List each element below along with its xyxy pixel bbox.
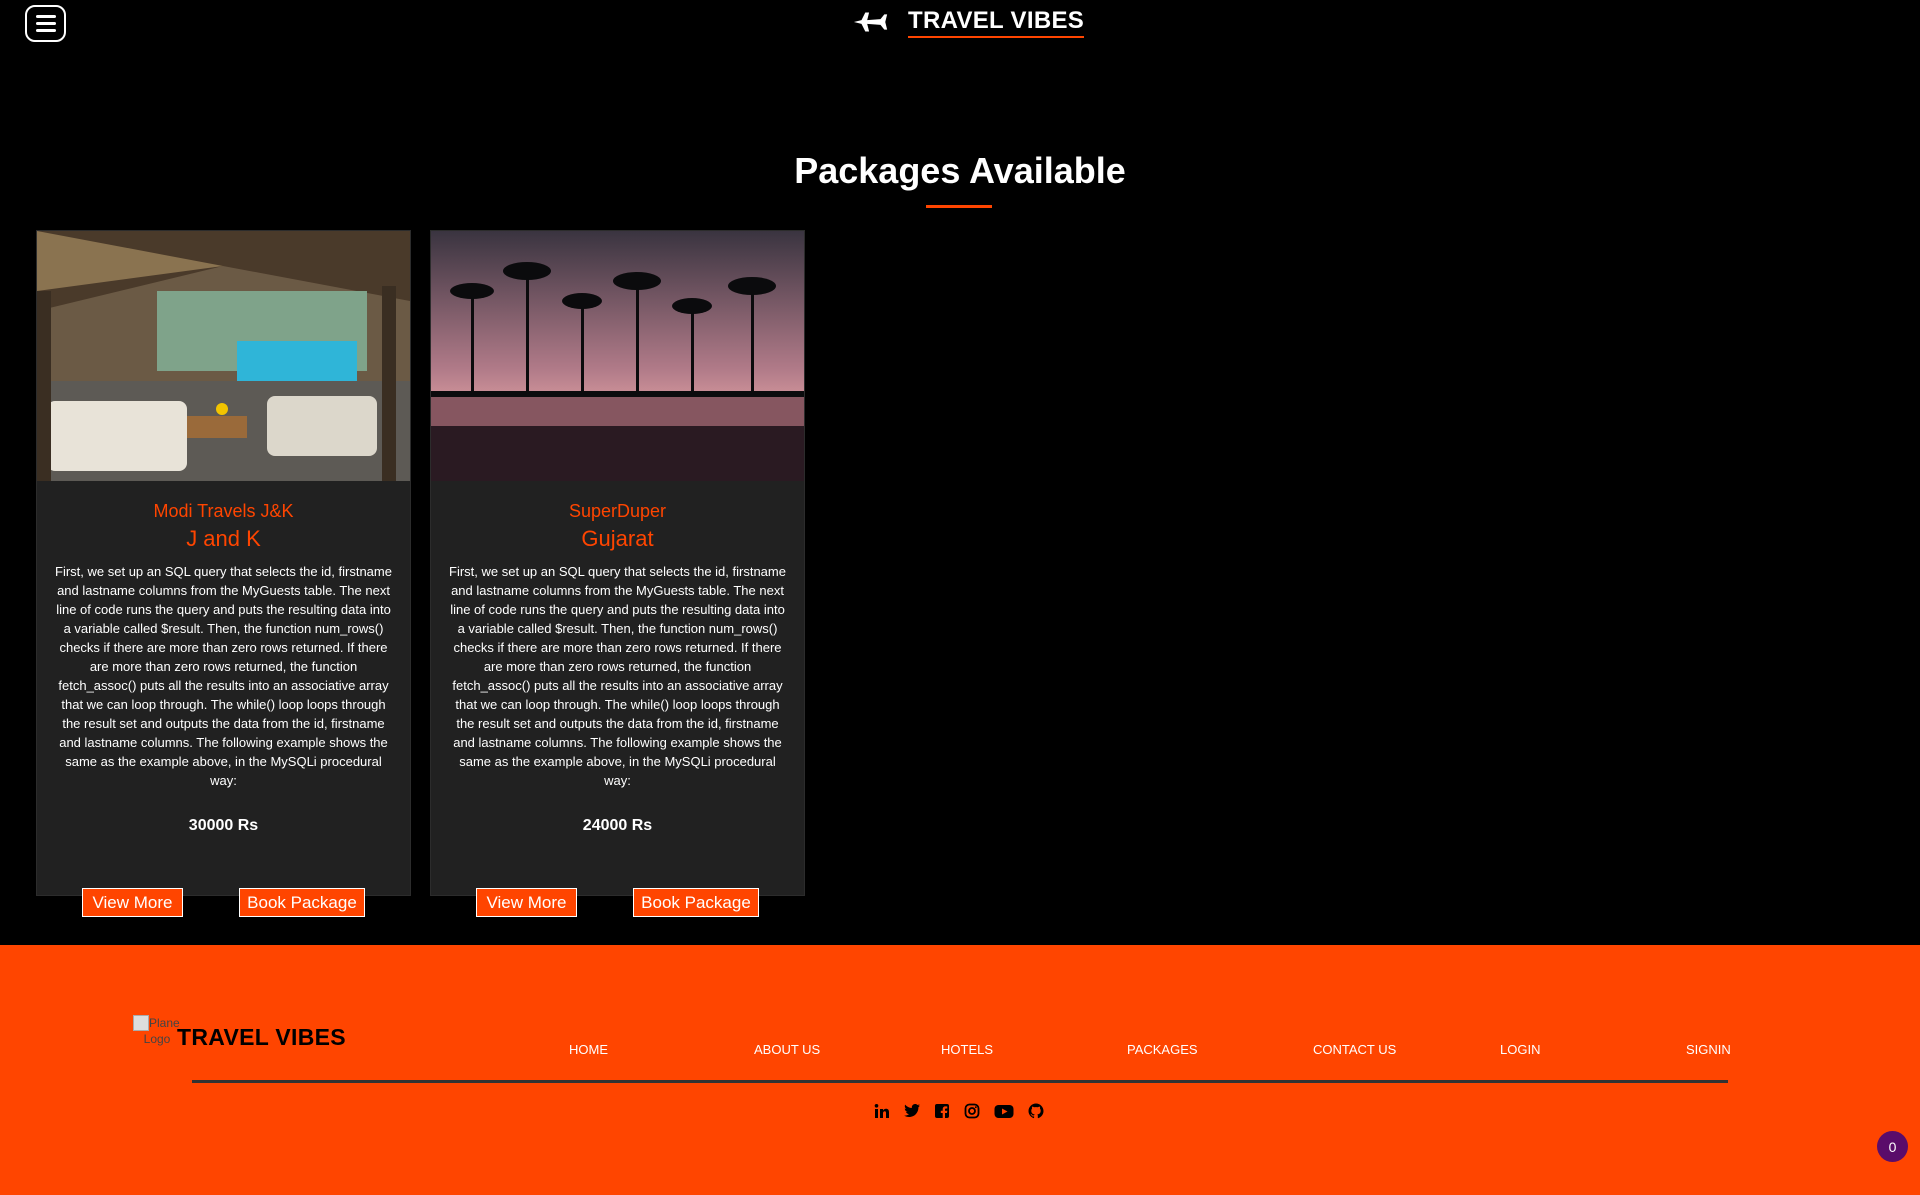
footer-divider (192, 1080, 1728, 1083)
airplane-logo-image: AirPlane Logo (133, 1015, 181, 1059)
brand-title: TRAVEL VIBES (908, 7, 1085, 38)
linkedin-icon[interactable] (873, 1102, 891, 1120)
instagram-icon[interactable] (963, 1102, 981, 1120)
package-location: Gujarat (581, 526, 654, 551)
title-underline (926, 205, 992, 208)
footer-link-packages[interactable]: PACKAGES (1127, 1042, 1198, 1057)
package-image-sunset (431, 231, 804, 481)
footer-link-hotels[interactable]: HOTELS (941, 1042, 993, 1057)
book-package-button[interactable]: Book Package (239, 888, 365, 917)
menu-bar-icon (35, 22, 56, 25)
twitter-icon[interactable] (903, 1102, 921, 1120)
package-company: Modi Travels J&K (153, 501, 294, 521)
hamburger-menu-button[interactable] (25, 5, 66, 42)
sunset-photo (431, 231, 804, 481)
footer-brand-title: TRAVEL VIBES (177, 1023, 346, 1050)
menu-bar-icon (35, 29, 56, 32)
footer-link-login[interactable]: LOGIN (1500, 1042, 1540, 1057)
package-company: SuperDuper (568, 501, 667, 521)
airplane-icon (853, 12, 888, 32)
site-footer: AirPlane Logo TRAVEL VIBES HOME ABOUT US… (0, 945, 1920, 1195)
github-icon[interactable] (1027, 1102, 1045, 1120)
package-price: 24000 Rs (582, 817, 653, 834)
view-more-button[interactable]: View More (82, 888, 183, 917)
page-title: Packages Available (794, 150, 1126, 191)
footer-brand[interactable]: AirPlane Logo TRAVEL VIBES (133, 1015, 346, 1059)
notification-count-badge[interactable]: 0 (1877, 1131, 1908, 1162)
footer-link-home[interactable]: HOME (569, 1042, 608, 1057)
package-price: 30000 Rs (188, 817, 259, 834)
menu-bar-icon (35, 15, 56, 18)
package-card: SuperDuper Gujarat First, we set up an S… (430, 230, 805, 917)
footer-link-about-us[interactable]: ABOUT US (754, 1042, 820, 1057)
resort-photo (37, 231, 410, 481)
facebook-icon[interactable] (933, 1102, 951, 1120)
youtube-icon[interactable] (993, 1102, 1015, 1120)
book-package-button[interactable]: Book Package (633, 888, 759, 917)
package-image-resort (37, 231, 410, 481)
social-links (873, 1102, 1045, 1120)
card-footer: 30000 Rs View More Book Package (37, 799, 410, 917)
view-more-button[interactable]: View More (476, 888, 577, 917)
package-description: First, we set up an SQL query that selec… (449, 564, 786, 788)
package-location: J and K (186, 526, 261, 551)
card-footer: 24000 Rs View More Book Package (431, 799, 804, 917)
footer-link-contact-us[interactable]: CONTACT US (1313, 1042, 1396, 1057)
package-description: First, we set up an SQL query that selec… (55, 564, 392, 788)
footer-link-signin[interactable]: SIGNIN (1686, 1042, 1731, 1057)
header-brand[interactable]: TRAVEL VIBES (852, 6, 1085, 38)
package-card: Modi Travels J&K J and K First, we set u… (36, 230, 411, 917)
